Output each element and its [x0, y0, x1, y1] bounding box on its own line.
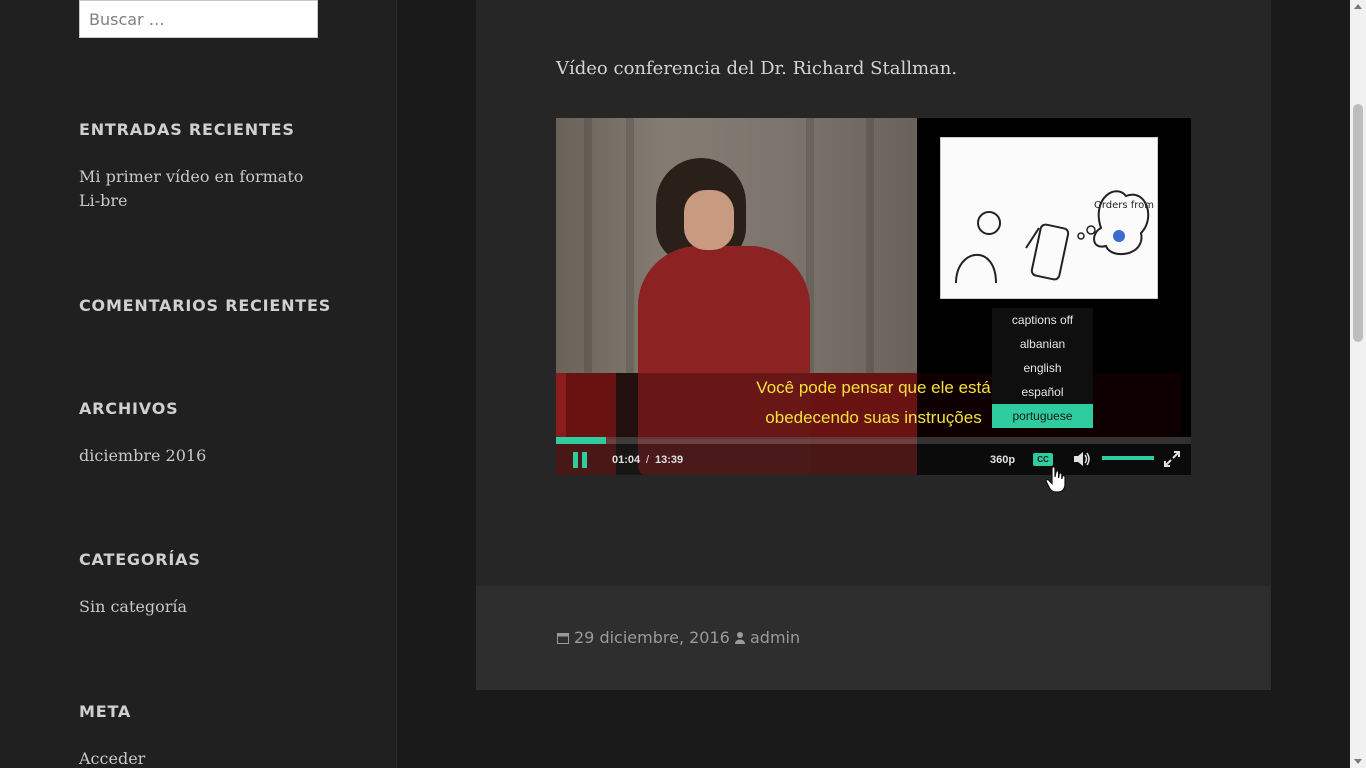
pause-icon[interactable] [572, 452, 588, 468]
progress-played [556, 437, 606, 444]
captions-button[interactable]: CC [1033, 453, 1053, 466]
calendar-icon [557, 633, 569, 644]
widget-title-recent-posts: ENTRADAS RECIENTES [79, 120, 295, 139]
volume-icon[interactable] [1073, 451, 1091, 467]
scroll-down-icon[interactable] [1354, 759, 1362, 764]
volume-slider[interactable] [1102, 456, 1154, 460]
recent-post-link[interactable]: Mi primer vídeo en formato Li-bre [79, 165, 324, 213]
video-player[interactable]: Orders from Você pode pensar que ele est… [556, 118, 1191, 475]
archive-link[interactable]: diciembre 2016 [79, 444, 324, 468]
caption-option-albanian[interactable]: albanian [992, 332, 1093, 356]
duration: 13:39 [655, 454, 684, 466]
widget-title-categories: CATEGORÍAS [79, 550, 201, 569]
sidebar: Buscar … ENTRADAS RECIENTES Mi primer ví… [0, 0, 397, 768]
search-input[interactable]: Buscar … [79, 0, 318, 38]
volume-level [1102, 456, 1154, 460]
post-date[interactable]: 29 diciembre, 2016 [574, 628, 730, 647]
user-icon [735, 632, 745, 644]
caption-option-portuguese[interactable]: portuguese [992, 404, 1093, 428]
cursor-hand-icon [1045, 466, 1067, 494]
caption-option-english[interactable]: english [992, 356, 1093, 380]
category-link[interactable]: Sin categoría [79, 595, 324, 619]
slide-drawing-icon: Orders from [955, 190, 1154, 284]
quality-button[interactable]: 360p [990, 454, 1015, 466]
login-link[interactable]: Acceder [79, 747, 324, 768]
slide-image: Orders from [940, 137, 1158, 299]
fullscreen-icon[interactable] [1164, 451, 1180, 467]
player-controls: 01:04 / 13:39 360p CC [556, 444, 1191, 475]
widget-title-recent-comments: COMENTARIOS RECIENTES [79, 296, 332, 315]
post-author[interactable]: admin [750, 628, 800, 647]
speaker-face [684, 190, 734, 250]
caption-option-off[interactable]: captions off [992, 308, 1093, 332]
post-text: Vídeo conferencia del Dr. Richard Stallm… [556, 58, 958, 79]
page-scrollbar[interactable] [1350, 0, 1366, 768]
scroll-up-icon[interactable] [1354, 4, 1362, 9]
slide-text: Orders from [1094, 200, 1154, 211]
progress-bar[interactable] [556, 437, 1191, 444]
current-time: 01:04 [612, 454, 641, 466]
scrollbar-thumb[interactable] [1353, 104, 1363, 342]
widget-title-archives: ARCHIVOS [79, 399, 179, 418]
widget-title-meta: META [79, 702, 132, 721]
caption-option-espanol[interactable]: español [992, 380, 1093, 404]
captions-menu: captions off albanian english español po… [992, 308, 1093, 428]
time-separator: / [646, 454, 650, 466]
